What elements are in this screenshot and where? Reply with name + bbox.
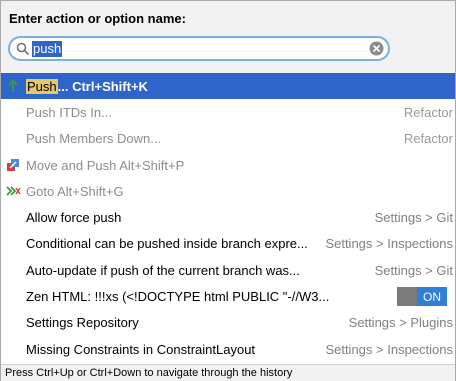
result-row[interactable]: Push Members Down... Refactor: [1, 126, 455, 152]
vcs-push-icon: [8, 79, 18, 92]
result-label: Push Members Down...: [26, 131, 162, 147]
search-icon: [16, 42, 30, 56]
result-label: Settings Repository: [26, 315, 139, 331]
toggle-state: ON: [417, 287, 447, 307]
history-hint: Press Ctrl+Up or Ctrl+Down to navigate t…: [1, 364, 455, 381]
result-row[interactable]: Conditional can be pushed inside branch …: [1, 231, 455, 257]
result-row[interactable]: Allow force push Settings > Git: [1, 204, 455, 230]
toggle-knob: [397, 287, 417, 307]
result-location: Settings > Git: [374, 262, 453, 278]
result-row[interactable]: Push ITDs In... Refactor: [1, 99, 455, 125]
find-action-popup: Enter action or option name: push Push..…: [0, 0, 456, 381]
result-row[interactable]: Goto Alt+Shift+G: [1, 178, 455, 204]
prompt-label: Enter action or option name:: [9, 11, 186, 26]
result-row[interactable]: Move and Push Alt+Shift+P: [1, 152, 455, 178]
clear-icon[interactable]: [369, 41, 384, 56]
search-selected-text: push: [32, 41, 63, 57]
move-push-icon: [7, 158, 19, 171]
result-label: Missing Constraints in ConstraintLayout: [26, 341, 256, 357]
result-location: Settings > Inspections: [325, 341, 453, 357]
result-location: Settings > Plugins: [348, 315, 453, 331]
result-label: Push ITDs In...: [26, 104, 112, 120]
result-label: Goto Alt+Shift+G: [26, 183, 124, 199]
result-location: Settings > Inspections: [325, 236, 453, 252]
match-highlight: Push: [26, 78, 58, 94]
result-label: Allow force push: [26, 210, 122, 226]
result-label: Move and Push Alt+Shift+P: [26, 157, 185, 173]
result-location: Settings > Git: [374, 210, 453, 226]
result-label: Zen HTML: !!!xs (<!DOCTYPE html PUBLIC "…: [26, 289, 330, 305]
result-location: Refactor: [403, 131, 453, 147]
result-row[interactable]: Settings Repository Settings > Plugins: [1, 310, 455, 336]
results-list: Push... Ctrl+Shift+K Push ITDs In... Ref…: [1, 73, 455, 362]
result-label: Conditional can be pushed inside branch …: [26, 236, 308, 252]
search-field[interactable]: push: [8, 36, 390, 61]
result-location: Refactor: [403, 104, 453, 120]
goto-icon: [6, 186, 21, 196]
result-label: Auto-update if push of the current branc…: [26, 262, 300, 278]
popup-header: Enter action or option name: push: [1, 1, 455, 73]
result-row-push[interactable]: Push... Ctrl+Shift+K: [1, 73, 455, 100]
search-input[interactable]: [32, 40, 352, 58]
result-row[interactable]: Zen HTML: !!!xs (<!DOCTYPE html PUBLIC "…: [1, 283, 455, 309]
result-row[interactable]: Missing Constraints in ConstraintLayout …: [1, 336, 455, 362]
result-row[interactable]: Auto-update if push of the current branc…: [1, 257, 455, 283]
on-off-toggle[interactable]: ON: [397, 287, 447, 307]
result-label-rest: ... Ctrl+Shift+K: [57, 78, 148, 94]
